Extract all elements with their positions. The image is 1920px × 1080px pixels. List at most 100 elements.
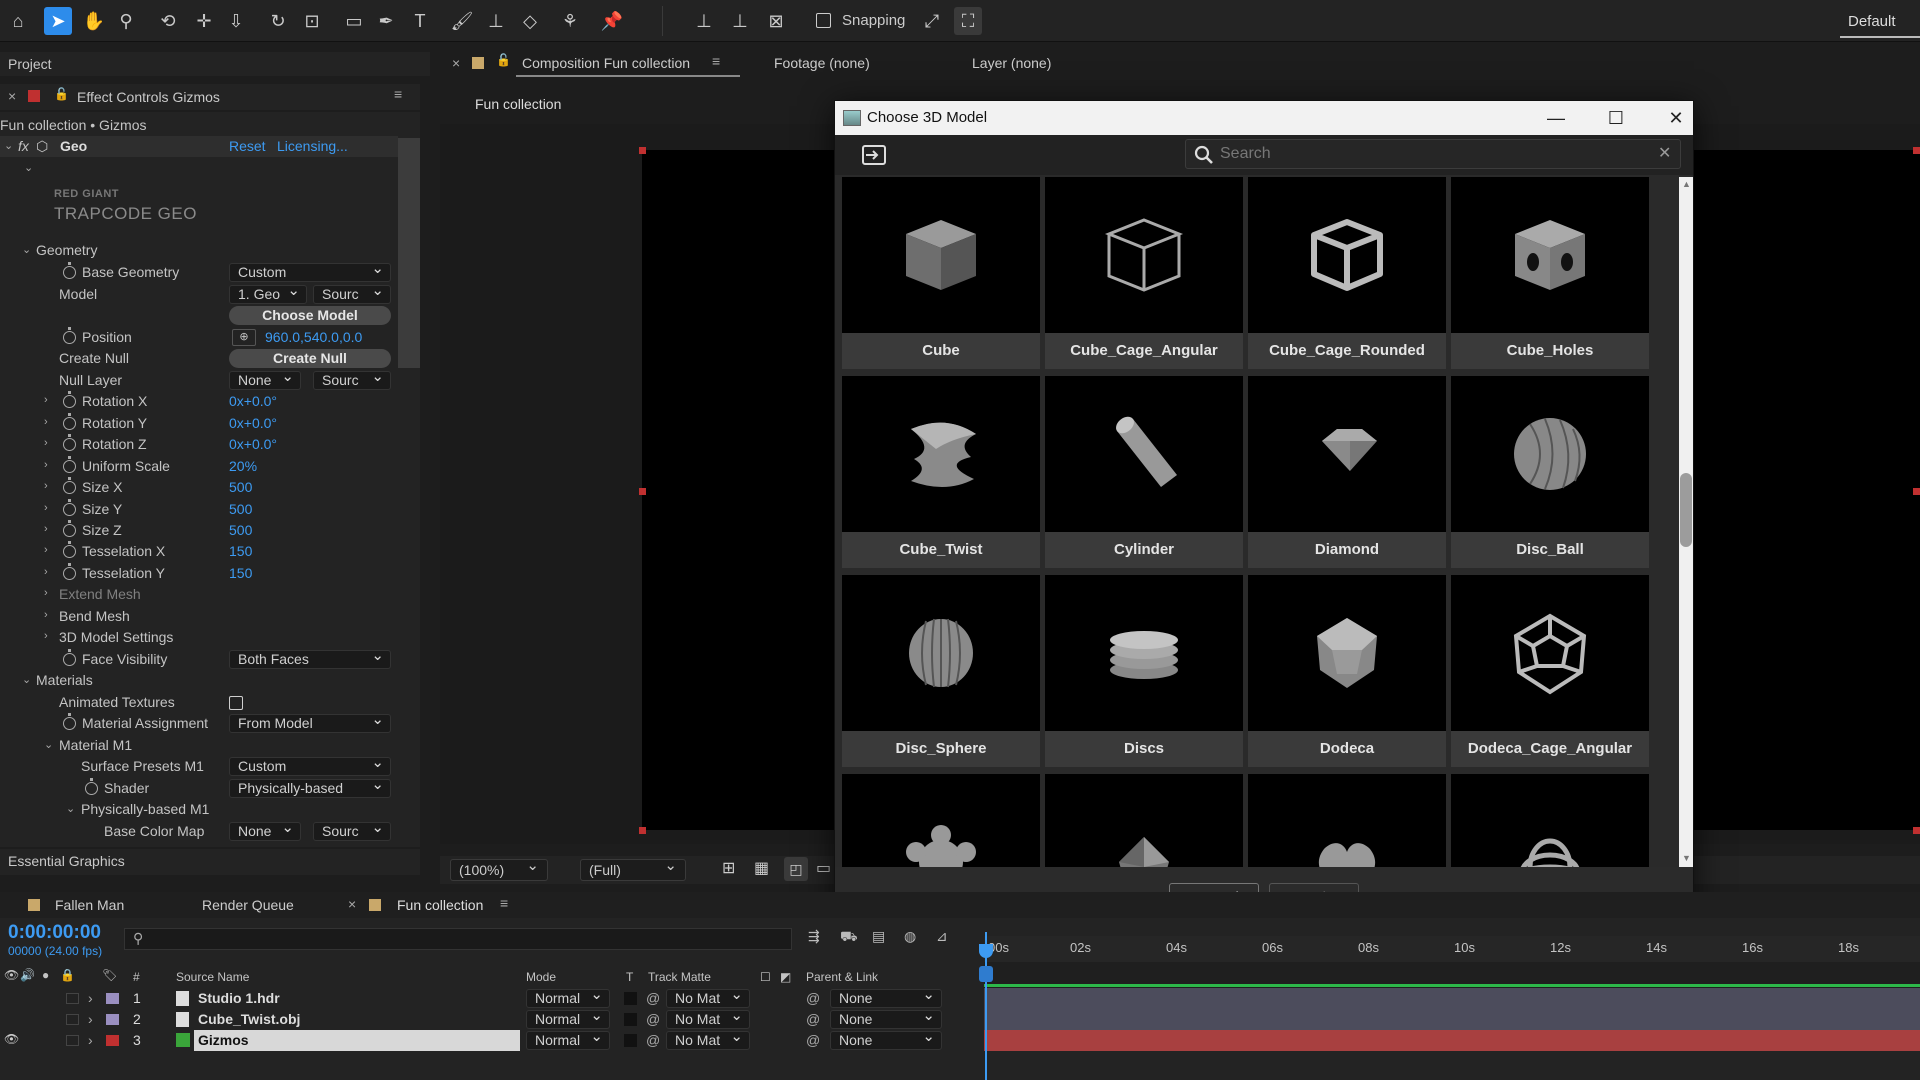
chevron-down-icon[interactable]: ⌄ — [44, 738, 53, 751]
chevron-down-icon[interactable]: ⌄ — [66, 802, 75, 815]
orbit-camera-icon[interactable]: ⟲ — [154, 7, 182, 35]
frame-blending-icon[interactable]: ◍ — [904, 928, 916, 945]
layer-bar[interactable] — [984, 988, 1920, 1009]
stopwatch-icon[interactable] — [63, 499, 76, 516]
preserve-transparency-toggle[interactable] — [624, 1013, 637, 1026]
parent-dropdown[interactable]: None — [830, 1031, 942, 1050]
stopwatch-icon[interactable] — [85, 778, 98, 795]
time-ruler[interactable] — [984, 936, 1920, 962]
layer-bar-selected[interactable] — [984, 1030, 1920, 1051]
pick-whip-icon[interactable]: @ — [806, 990, 820, 1006]
scroll-up-icon[interactable]: ▲ — [1682, 179, 1691, 189]
model-dropdown[interactable]: 1. Geo — [229, 285, 307, 304]
pan-behind-icon[interactable]: ⊡ — [298, 7, 326, 35]
table-row[interactable]: › 2 Cube_Twist.obj Normal @ No Mat @ Non… — [0, 1009, 984, 1030]
column-switches-icon[interactable]: ☐ — [760, 970, 771, 984]
maximize-icon[interactable]: ☐ — [1601, 105, 1631, 131]
snapping-checkbox[interactable] — [816, 13, 831, 28]
3d-view-icon[interactable]: ▭ — [816, 858, 831, 878]
workspace-label[interactable]: Default — [1848, 13, 1896, 30]
local-axis-icon[interactable]: ⊥ — [690, 7, 718, 35]
chevron-right-icon[interactable]: › — [44, 544, 48, 556]
chevron-right-icon[interactable]: › — [44, 609, 48, 621]
effect-controls-scrollbar[interactable] — [398, 138, 420, 368]
audio-icon[interactable]: 🔊 — [20, 968, 35, 982]
snap-edge-icon[interactable]: ⤢ — [918, 7, 946, 35]
canvas-handle[interactable] — [1913, 827, 1920, 834]
base-geometry-dropdown[interactable]: Custom — [229, 263, 391, 282]
null-layer-dropdown[interactable]: None — [229, 371, 301, 390]
model-card-gear[interactable] — [842, 774, 1040, 867]
column-track-matte[interactable]: Track Matte — [648, 970, 711, 984]
surface-presets-dropdown[interactable]: Custom — [229, 757, 391, 776]
model-card-disc-sphere[interactable]: Disc_Sphere — [842, 575, 1040, 767]
animated-textures-checkbox[interactable] — [229, 696, 243, 710]
column-parent-link[interactable]: Parent & Link — [806, 970, 878, 984]
dialog-scrollbar-thumb[interactable] — [1680, 473, 1692, 547]
lock-toggle[interactable] — [66, 1014, 79, 1025]
zoom-dropdown[interactable]: (100%) — [450, 856, 548, 881]
home-icon[interactable]: ⌂ — [4, 7, 32, 35]
world-axis-icon[interactable]: ⊥ — [726, 7, 754, 35]
timeline-search-input[interactable]: ⚲ — [124, 928, 792, 950]
column-mode[interactable]: Mode — [526, 970, 556, 984]
track-matte-dropdown[interactable]: No Mat — [666, 989, 750, 1008]
stopwatch-icon[interactable] — [63, 456, 76, 473]
reset-link[interactable]: Reset — [229, 138, 266, 154]
chevron-right-icon[interactable]: › — [44, 566, 48, 578]
materials-section[interactable]: ⌄ Materials — [0, 670, 398, 691]
timeline-tab-fun-collection[interactable]: Fun collection — [397, 897, 483, 913]
bend-mesh-row[interactable]: › Bend Mesh — [0, 606, 398, 627]
canvas-handle[interactable] — [639, 147, 646, 154]
puppet-pin-icon[interactable]: 📌 — [598, 7, 626, 35]
preserve-transparency-toggle[interactable] — [624, 992, 637, 1005]
chevron-right-icon[interactable]: › — [44, 630, 48, 642]
effect-header-row[interactable]: ⌄ fx ⬡ Geo Reset Licensing... — [0, 136, 398, 157]
stopwatch-icon[interactable] — [63, 541, 76, 558]
model-card-cube-cage-rounded[interactable]: Cube_Cage_Rounded — [1248, 177, 1446, 369]
close-icon[interactable]: × — [452, 55, 460, 71]
matte-link-icon[interactable]: @ — [646, 1032, 660, 1048]
stopwatch-icon[interactable] — [63, 327, 76, 344]
stopwatch-icon[interactable] — [63, 477, 76, 494]
choose-model-button[interactable]: Choose Model — [229, 306, 391, 325]
roto-brush-icon[interactable]: ⚘ — [556, 7, 584, 35]
layer-name[interactable]: Gizmos — [198, 1032, 249, 1048]
comp-mini-flowchart-icon[interactable]: ⇶ — [808, 928, 820, 945]
zoom-tool-icon[interactable]: ⚲ — [112, 7, 140, 35]
resolution-dropdown[interactable]: (Full) — [580, 856, 686, 881]
chevron-right-icon[interactable]: › — [44, 480, 48, 492]
model-card-cube-cage-angular[interactable]: Cube_Cage_Angular — [1045, 177, 1243, 369]
essential-graphics-tab[interactable]: Essential Graphics — [0, 849, 420, 875]
chevron-right-icon[interactable]: › — [44, 394, 48, 406]
layer-color-label[interactable] — [106, 993, 119, 1004]
matte-link-icon[interactable]: @ — [646, 1011, 660, 1027]
eye-icon[interactable]: 👁 — [4, 968, 19, 982]
model-card-diamond[interactable]: Diamond — [1248, 376, 1446, 568]
playhead-marker[interactable] — [979, 966, 993, 982]
chevron-down-icon[interactable]: ⌄ — [22, 673, 31, 686]
mode-dropdown[interactable]: Normal — [526, 1010, 610, 1029]
composition-tab[interactable]: Composition Fun collection — [522, 55, 690, 71]
snap-feature-icon[interactable]: ⛶ — [954, 7, 982, 35]
chevron-down-icon[interactable]: ⌄ — [4, 139, 13, 152]
size-z-value[interactable]: 500 — [229, 522, 252, 538]
rotation-x-value[interactable]: 0x+0.0° — [229, 393, 277, 409]
search-box[interactable]: ✕ — [1185, 139, 1681, 169]
chevron-right-icon[interactable]: › — [88, 990, 93, 1006]
crosshair-icon[interactable]: ⊕ — [232, 329, 256, 346]
lock-icon[interactable]: 🔓 — [54, 87, 69, 101]
clear-search-icon[interactable]: ✕ — [1658, 143, 1671, 163]
model-card-cube[interactable]: Cube — [842, 177, 1040, 369]
canvas-handle[interactable] — [1913, 488, 1920, 495]
column-source-name[interactable]: Source Name — [176, 970, 249, 984]
fx-icon[interactable]: fx — [18, 138, 29, 154]
dolly-camera-icon[interactable]: ⇩ — [222, 7, 250, 35]
stopwatch-icon[interactable] — [63, 713, 76, 730]
model-source-dropdown[interactable]: Sourc — [313, 285, 391, 304]
model-card-disc-ball[interactable]: Disc_Ball — [1451, 376, 1649, 568]
base-color-map-dropdown[interactable]: None — [229, 822, 301, 841]
model-card-dodeca-cage-angular[interactable]: Dodeca_Cage_Angular — [1451, 575, 1649, 767]
material-assignment-dropdown[interactable]: From Model — [229, 714, 391, 733]
project-panel-tab[interactable]: Project — [0, 52, 430, 76]
